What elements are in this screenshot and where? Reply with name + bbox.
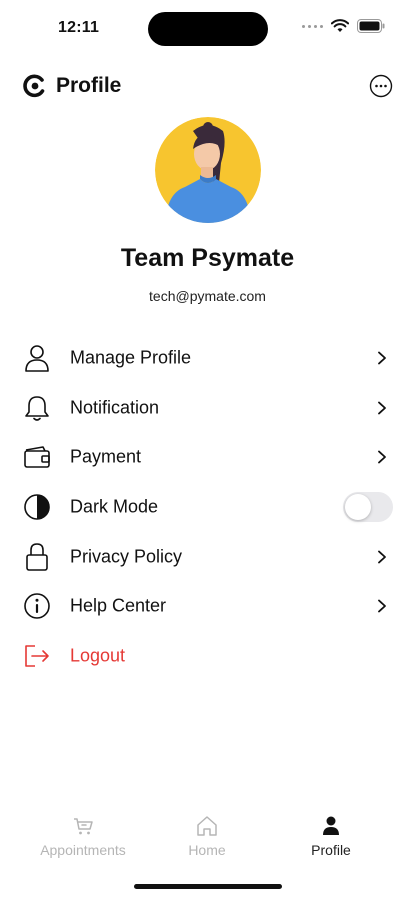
tab-home[interactable]: Home: [138, 812, 276, 864]
chevron-right-icon: [378, 450, 386, 464]
tab-label: Home: [188, 842, 226, 858]
menu-label: Dark Mode: [70, 496, 159, 517]
logout-icon: [22, 641, 52, 671]
avatar-illustration: [155, 117, 261, 223]
user-icon: [22, 343, 52, 373]
menu-item-dark-mode: Dark Mode: [0, 482, 415, 532]
menu-label: Logout: [70, 645, 126, 666]
contrast-icon: [22, 492, 52, 522]
header: Profile: [0, 70, 415, 102]
person-icon: [323, 816, 339, 835]
wallet-icon: [22, 442, 52, 472]
menu-item-payment[interactable]: Payment: [0, 432, 415, 482]
bell-icon: [22, 393, 52, 423]
avatar[interactable]: [155, 117, 261, 223]
page-title: Profile: [56, 74, 122, 97]
menu-label: Help Center: [70, 595, 167, 616]
wifi-icon: [331, 19, 349, 32]
chevron-right-icon: [378, 351, 386, 365]
user-name: Team Psymate: [120, 244, 295, 272]
menu-item-manage-profile[interactable]: Manage Profile: [0, 333, 415, 383]
status-time: 12:11: [58, 19, 100, 36]
signal-icon: [302, 24, 323, 28]
dynamic-island: [148, 12, 268, 46]
toggle-knob: [345, 493, 371, 520]
menu-label: Privacy Policy: [70, 546, 183, 567]
home-indicator[interactable]: [134, 884, 282, 889]
status-bar: 12:11: [0, 0, 415, 56]
chevron-right-icon: [378, 550, 386, 563]
more-options-icon[interactable]: [369, 74, 393, 98]
menu-item-notification[interactable]: Notification: [0, 383, 415, 433]
tab-label: Profile: [311, 842, 351, 858]
user-email: tech@pymate.com: [149, 288, 266, 304]
menu-label: Payment: [70, 446, 142, 467]
profile-menu: Manage Profile Notification Payment Dark…: [0, 333, 415, 681]
menu-item-privacy-policy[interactable]: Privacy Policy: [0, 532, 415, 582]
menu-label: Notification: [70, 397, 160, 418]
home-icon: [197, 816, 217, 836]
dark-mode-toggle[interactable]: [343, 491, 393, 522]
menu-item-logout[interactable]: Logout: [0, 631, 415, 681]
calendar-icon: [74, 818, 93, 835]
info-icon: [22, 591, 52, 621]
lock-icon: [22, 542, 52, 572]
tab-profile[interactable]: Profile: [262, 812, 400, 864]
tab-bar: Appointments Home Profile: [0, 812, 415, 872]
chevron-right-icon: [378, 401, 386, 414]
brand-logo-icon: [23, 74, 45, 98]
menu-label: Manage Profile: [70, 347, 192, 368]
chevron-right-icon: [378, 599, 386, 613]
battery-icon: [357, 19, 385, 33]
tab-label: Appointments: [40, 842, 126, 858]
tab-appointments[interactable]: Appointments: [14, 812, 152, 864]
menu-item-help-center[interactable]: Help Center: [0, 581, 415, 631]
status-icons: [302, 19, 385, 33]
